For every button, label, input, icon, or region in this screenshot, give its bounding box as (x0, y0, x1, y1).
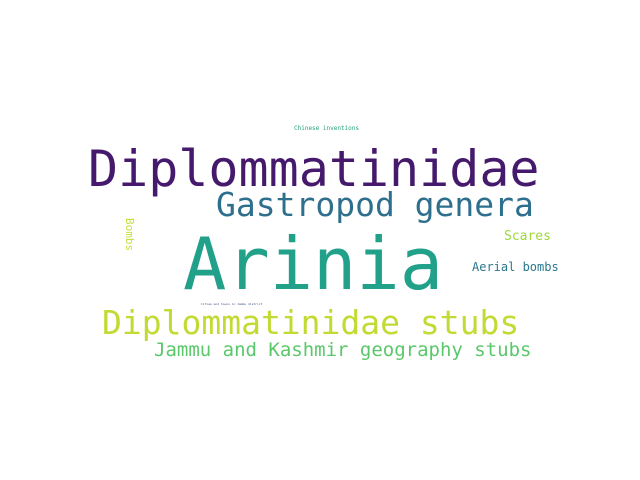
canvas: Chinese inventions Diplommatinidae Gastr… (0, 0, 640, 480)
word-diplommatinidae-stubs: Diplommatinidae stubs (102, 303, 520, 342)
word-arinia: Arinia (183, 222, 444, 306)
word-bombs: Bombs (123, 218, 136, 252)
word-chinese-inventions: Chinese inventions (294, 125, 360, 132)
word-aerial-bombs: Aerial bombs (472, 260, 559, 274)
word-gastropod-genera: Gastropod genera (216, 185, 534, 224)
word-cloud: Chinese inventions Diplommatinidae Gastr… (80, 120, 560, 360)
word-jammu-kashmir-stubs: Jammu and Kashmir geography stubs (154, 339, 532, 361)
word-scares: Scares (504, 229, 551, 244)
